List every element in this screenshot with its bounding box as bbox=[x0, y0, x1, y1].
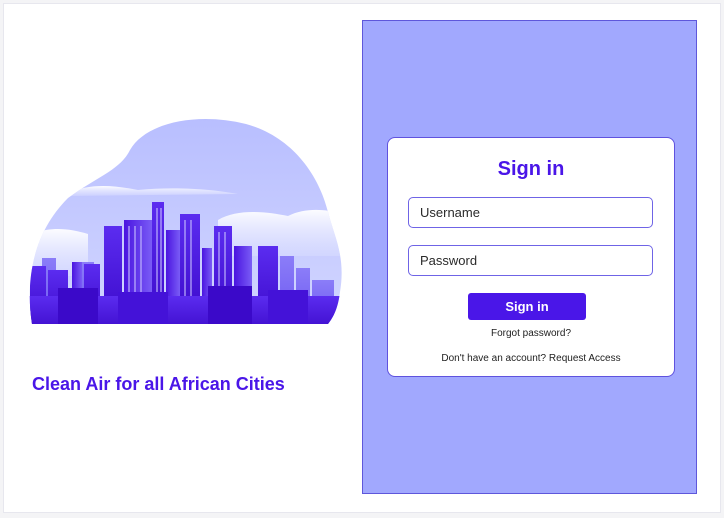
hero-illustration bbox=[28, 116, 344, 332]
forgot-password-link[interactable]: Forgot password? bbox=[388, 328, 674, 339]
request-access-link[interactable]: Request Access bbox=[549, 353, 621, 364]
hero-tagline: Clean Air for all African Cities bbox=[32, 374, 285, 394]
password-input[interactable] bbox=[408, 245, 653, 276]
username-input[interactable] bbox=[408, 197, 653, 228]
no-account-text: Don't have an account? bbox=[441, 353, 547, 364]
city-skyline-image bbox=[29, 119, 342, 324]
sign-in-button[interactable]: Sign in bbox=[468, 293, 586, 320]
sign-in-card: Sign in Sign in Forgot password? Don't h… bbox=[387, 137, 675, 377]
request-access-row: Don't have an account? Request Access bbox=[388, 353, 674, 364]
sign-in-title: Sign in bbox=[497, 158, 565, 180]
login-panel: Sign in Sign in Forgot password? Don't h… bbox=[362, 20, 697, 494]
